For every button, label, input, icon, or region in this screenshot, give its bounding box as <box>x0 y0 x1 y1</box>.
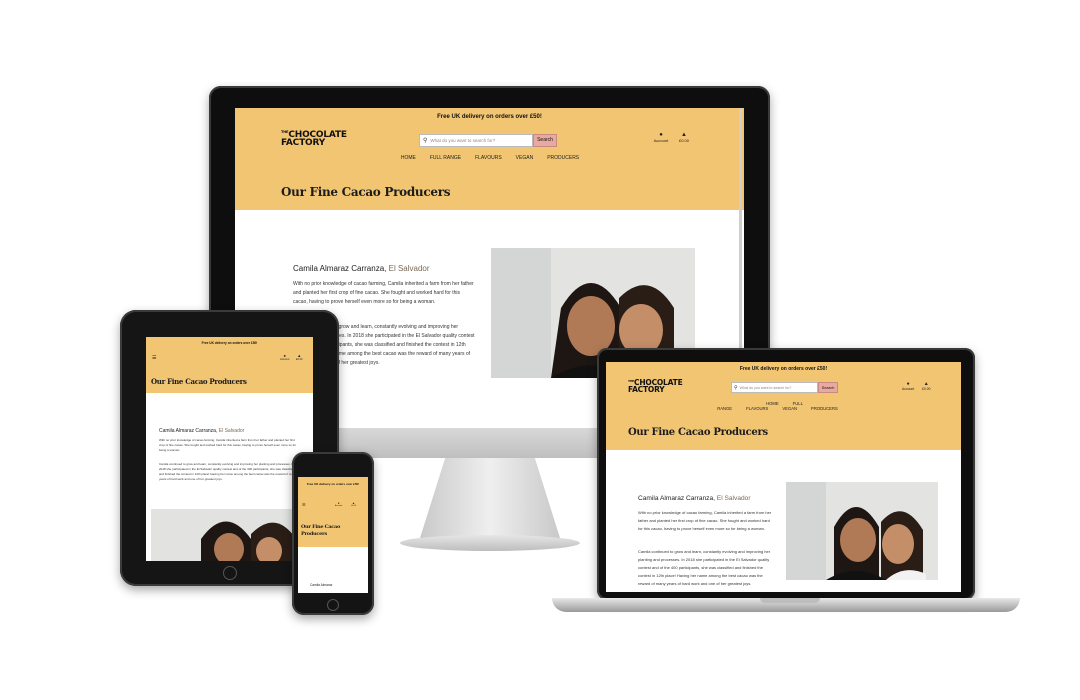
laptop-producer-name-text: Camila Almaraz Carranza, <box>638 495 715 502</box>
tablet-producer-photo <box>151 509 313 561</box>
tablet-account[interactable]: ● Account <box>280 353 289 361</box>
laptop-nav-vegan[interactable]: VEGAN <box>782 406 797 411</box>
laptop-nav-flavours[interactable]: FLAVOURS <box>746 406 768 411</box>
bag-link[interactable]: ▲ £0.00 <box>677 132 691 143</box>
monitor-base <box>400 535 580 551</box>
producer-bio-1: With no prior knowledge of cacao farming… <box>293 281 474 305</box>
account-label: Account <box>653 138 669 143</box>
phone-home-button <box>327 599 339 611</box>
producer-name: Camila Almaraz Carranza, El Salvador <box>293 264 430 273</box>
laptop-brand-line2: FACTORY <box>628 384 665 394</box>
producer-location: El Salvador <box>388 264 430 273</box>
laptop-page-title: Our Fine Cacao Producers <box>628 427 768 438</box>
phone-producer-name: Camila Almaraz <box>310 583 333 587</box>
search-button[interactable]: Search <box>533 134 557 147</box>
search-placeholder: What do you want to search for? <box>430 138 496 143</box>
producer-name-text: Camila Almaraz Carranza, <box>293 264 387 273</box>
search-form: ⚲ What do you want to search for? Search <box>419 134 557 147</box>
tablet-home-button <box>223 566 237 580</box>
laptop-producer-location: El Salvador <box>716 495 751 502</box>
laptop-producer-photo <box>786 482 938 580</box>
nav-producers[interactable]: PRODUCERS <box>547 155 579 161</box>
tablet-producer-location: El Salvador <box>218 428 245 434</box>
phone-account-label: Account <box>335 505 343 507</box>
laptop-producer-name: Camila Almaraz Carranza, El Salvador <box>638 495 751 502</box>
tablet-bag[interactable]: ▲ £0.00 <box>296 353 303 361</box>
brand-line2: FACTORY <box>281 138 326 149</box>
laptop-banner: Free UK delivery on orders over £50! <box>606 366 961 372</box>
laptop-search-button[interactable]: Search <box>818 382 838 393</box>
laptop-search-icon: ⚲ <box>734 384 738 391</box>
phone-menu-icon[interactable]: ☰ <box>302 502 306 507</box>
main-nav: HOME FULL RANGE FLAVOURS VEGAN PRODUCERS <box>385 155 595 161</box>
phone-banner: Free UK delivery on orders over £50! <box>302 482 364 486</box>
laptop-account-label: Account <box>902 387 915 391</box>
laptop-bio-1: With no prior knowledge of cacao farming… <box>638 510 772 531</box>
nav-flavours[interactable]: FLAVOURS <box>475 155 502 161</box>
search-input[interactable]: ⚲ What do you want to search for? <box>419 134 533 147</box>
laptop-search-form: ⚲ What do you want to search for? Search <box>731 382 838 393</box>
tablet-producer-name: Camila Almaraz Carranza, El Salvador <box>159 428 244 434</box>
account-link[interactable]: ● Account <box>653 132 669 143</box>
laptop-bag-total: £0.00 <box>922 387 931 391</box>
tablet-banner: Free UK delivery on orders over £50! <box>146 341 313 345</box>
laptop-nav: HOME FULL RANGE FLAVOURS VEGAN PRODUCERS <box>696 401 866 411</box>
laptop-search-placeholder: What do you want to search for? <box>739 385 792 390</box>
brand-logo[interactable]: THECHOCOLATE FACTORY <box>281 130 347 149</box>
delivery-banner: Free UK delivery on orders over £50! <box>235 114 744 120</box>
laptop-notch <box>760 598 820 603</box>
monitor-stand <box>420 458 560 538</box>
laptop-nav-producers[interactable]: PRODUCERS <box>811 406 838 411</box>
bag-total: £0.00 <box>678 138 689 143</box>
laptop-bag[interactable]: ▲ £0.00 <box>922 381 931 391</box>
laptop-bio-2: Camila continued to grow and learn, cons… <box>638 549 771 586</box>
tablet-bio-1: With no prior knowledge of cacao farming… <box>159 438 297 452</box>
phone-page-title: Our Fine Cacao Producers <box>301 524 341 537</box>
tablet-page-title: Our Fine Cacao Producers <box>151 377 247 386</box>
tablet-account-label: Account <box>280 358 290 361</box>
nav-home[interactable]: HOME <box>401 155 416 161</box>
phone-bag[interactable]: ▲ £0.00 <box>351 501 356 507</box>
phone-screen: Free UK delivery on orders over £50! ☰ ●… <box>298 477 368 593</box>
phone-bag-total: £0.00 <box>351 505 357 507</box>
nav-full-range[interactable]: FULL RANGE <box>430 155 461 161</box>
menu-icon[interactable]: ☰ <box>152 355 156 361</box>
tablet-producer-name-text: Camila Almaraz Carranza, <box>159 428 218 434</box>
tablet-screen: Free UK delivery on orders over £50! ☰ ●… <box>146 337 313 561</box>
laptop-account[interactable]: ● Account <box>902 381 914 391</box>
tablet-bag-total: £0.00 <box>296 358 303 361</box>
search-icon: ⚲ <box>423 138 428 144</box>
nav-vegan[interactable]: VEGAN <box>516 155 534 161</box>
laptop-brand-logo[interactable]: THECHOCOLATE FACTORY <box>628 379 683 394</box>
page-title: Our Fine Cacao Producers <box>281 185 451 199</box>
laptop-screen: Free UK delivery on orders over £50! THE… <box>606 362 961 592</box>
laptop-search-input[interactable]: ⚲ What do you want to search for? <box>731 382 818 393</box>
phone-account[interactable]: ● Account <box>335 501 342 507</box>
tablet-bio-2: Camila continued to grow and learn, cons… <box>159 462 297 481</box>
